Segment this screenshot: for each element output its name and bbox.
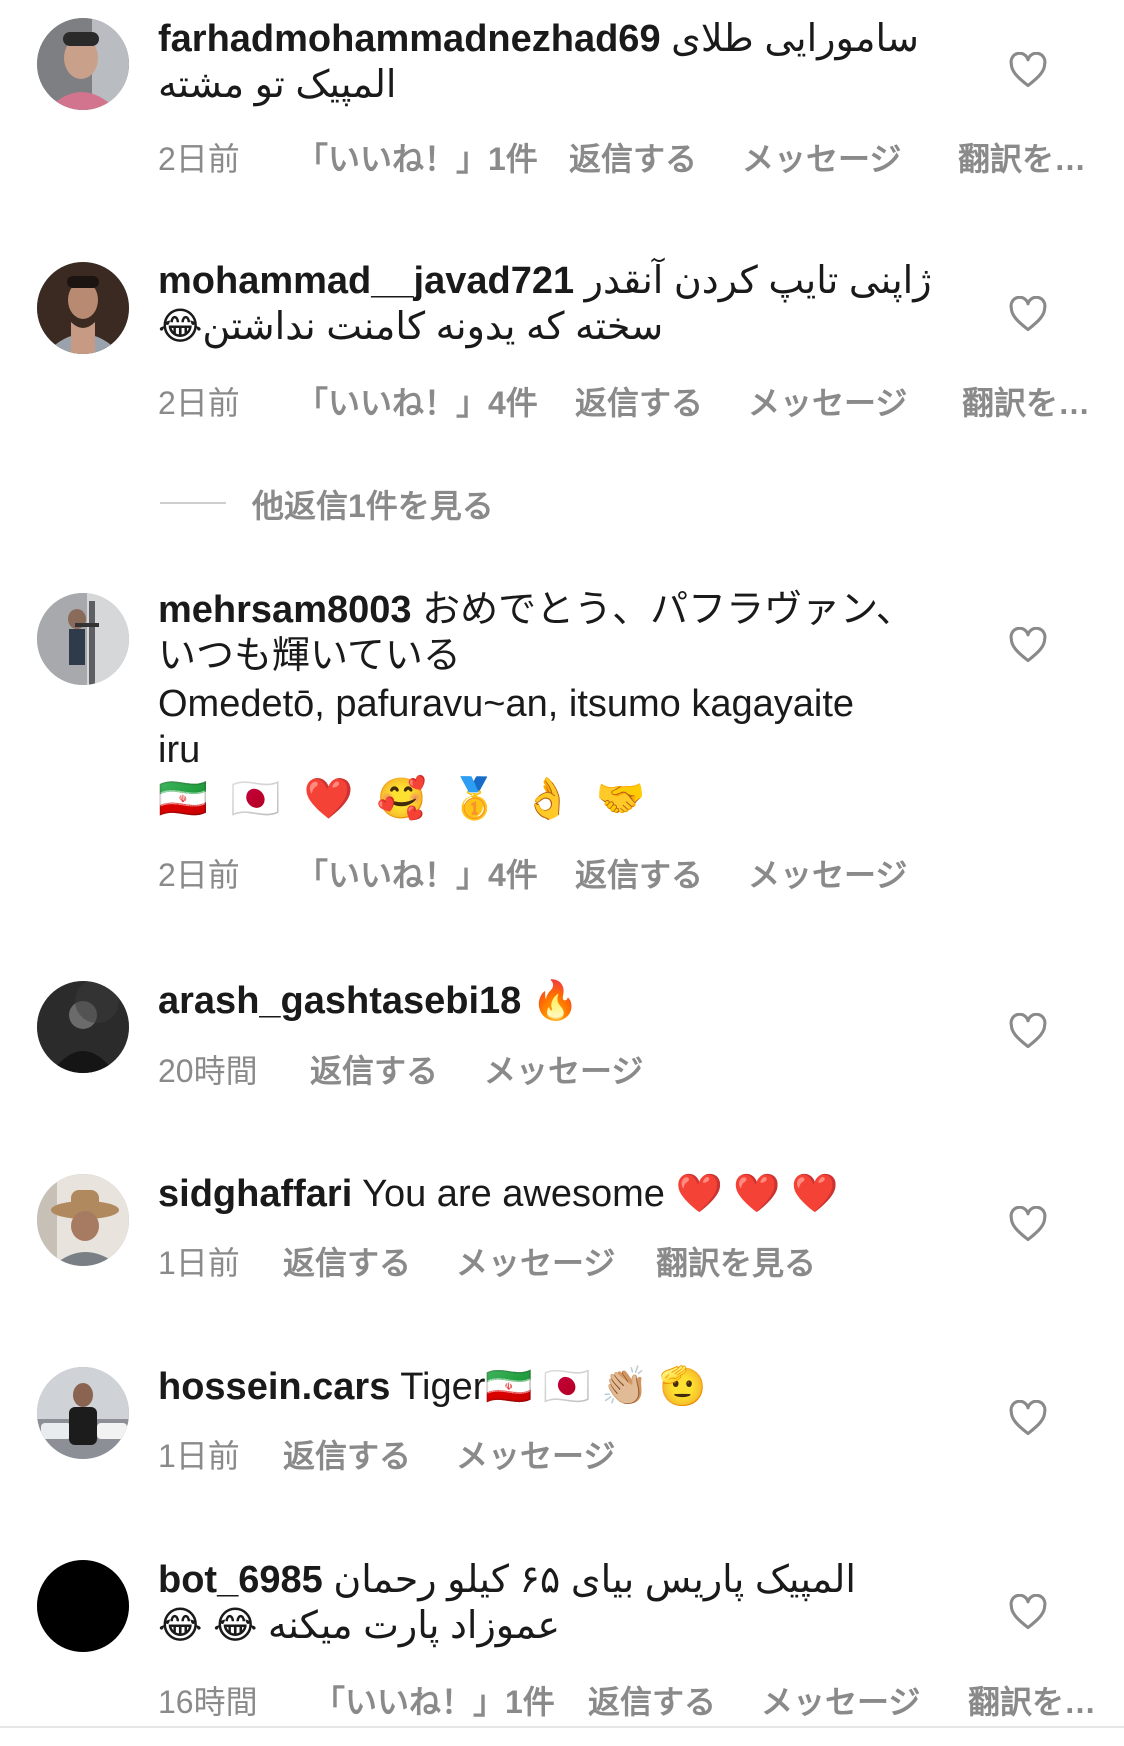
bottom-divider bbox=[0, 1726, 1124, 1728]
avatar[interactable] bbox=[37, 593, 129, 685]
comment-text: sidghaffari You are awesome ❤️ ❤️ ❤️ bbox=[158, 1171, 938, 1217]
timestamp: 1日前 bbox=[158, 1245, 240, 1281]
message-button[interactable]: メッセージ bbox=[742, 134, 901, 180]
heart-outline-icon[interactable] bbox=[1008, 627, 1048, 663]
view-more-replies-label[interactable]: 他返信1件を見る bbox=[252, 481, 494, 527]
comment-text: arash_gashtasebi18 🔥 bbox=[158, 978, 938, 1024]
heart-outline-icon[interactable] bbox=[1008, 52, 1048, 88]
comment-body: 🔥 bbox=[531, 980, 580, 1022]
username[interactable]: sidghaffari bbox=[158, 1173, 352, 1215]
reply-button[interactable]: 返信する bbox=[575, 378, 703, 424]
comment-body: おめでとう、パフラヴァン、 bbox=[422, 589, 914, 631]
heart-outline-icon[interactable] bbox=[1008, 1400, 1048, 1436]
timestamp: 20時間 bbox=[158, 1053, 258, 1089]
avatar[interactable] bbox=[37, 981, 129, 1073]
comment-body-line2: عموزاد پارت میکنه 😂 😂 bbox=[158, 1605, 561, 1647]
timestamp: 16時間 bbox=[158, 1684, 258, 1720]
username[interactable]: farhadmohammadnezhad69 bbox=[158, 18, 661, 60]
message-button[interactable]: メッセージ bbox=[484, 1046, 643, 1092]
username[interactable]: hossein.cars bbox=[158, 1366, 390, 1408]
translate-button[interactable]: 翻訳を… bbox=[962, 378, 1090, 424]
comment-body: المپیک پاریس بیای ۶۵ کیلو رحمان bbox=[333, 1559, 856, 1601]
timestamp: 2日前 bbox=[158, 857, 240, 893]
emoji-row: 🇮🇷 🇯🇵 ❤️ 🥰 🥇 👌 🤝 bbox=[158, 777, 652, 821]
reply-button[interactable]: 返信する bbox=[283, 1238, 411, 1284]
avatar[interactable] bbox=[37, 1174, 129, 1266]
message-button[interactable]: メッセージ bbox=[761, 1677, 920, 1723]
reply-button[interactable]: 返信する bbox=[310, 1046, 438, 1092]
comment-body-line2: いつも輝いている bbox=[158, 635, 461, 677]
likes-count[interactable]: 「いいね！」4件 bbox=[296, 378, 538, 424]
comment-body: Tiger🇮🇷 🇯🇵 👏🏼 🫡 bbox=[400, 1366, 707, 1408]
message-button[interactable]: メッセージ bbox=[456, 1238, 615, 1284]
avatar[interactable] bbox=[37, 18, 129, 110]
comment-body-line2: المپیک تو مشته bbox=[158, 64, 397, 106]
likes-count[interactable]: 「いいね！」1件 bbox=[296, 134, 538, 180]
avatar[interactable] bbox=[37, 1367, 129, 1459]
comment-body-line2: سخته که یدونه کامنت نداشتن😂 bbox=[158, 306, 664, 348]
reply-button[interactable]: 返信する bbox=[283, 1431, 411, 1477]
translate-button[interactable]: 翻訳を… bbox=[958, 134, 1086, 180]
comment-body: ژاپنی تایپ کردن آنقدر bbox=[584, 260, 932, 302]
reply-button[interactable]: 返信する bbox=[569, 134, 697, 180]
comment-text: farhadmohammadnezhad69 سامورایی طلای bbox=[158, 16, 938, 62]
comment-body: سامورایی طلای bbox=[671, 18, 919, 60]
username[interactable]: mehrsam8003 bbox=[158, 589, 412, 631]
heart-outline-icon[interactable] bbox=[1008, 296, 1048, 332]
heart-outline-icon[interactable] bbox=[1008, 1594, 1048, 1630]
message-button[interactable]: メッセージ bbox=[748, 378, 907, 424]
username[interactable]: mohammad__javad721 bbox=[158, 260, 574, 302]
comment-body-line3: Omedetō, pafuravu~an, itsumo kagayaite bbox=[158, 683, 855, 725]
translate-button[interactable]: 翻訳を見る bbox=[656, 1238, 816, 1284]
likes-count[interactable]: 「いいね！」4件 bbox=[296, 850, 538, 896]
comment-text: hossein.cars Tiger🇮🇷 🇯🇵 👏🏼 🫡 bbox=[158, 1364, 938, 1410]
divider-line bbox=[160, 502, 226, 504]
comment-body-line4: iru bbox=[158, 729, 201, 771]
timestamp: 1日前 bbox=[158, 1438, 240, 1474]
avatar[interactable] bbox=[37, 1560, 129, 1652]
timestamp: 2日前 bbox=[158, 385, 240, 421]
message-button[interactable]: メッセージ bbox=[456, 1431, 615, 1477]
heart-outline-icon[interactable] bbox=[1008, 1013, 1048, 1049]
reply-button[interactable]: 返信する bbox=[588, 1677, 716, 1723]
username[interactable]: bot_6985 bbox=[158, 1559, 323, 1601]
username[interactable]: arash_gashtasebi18 bbox=[158, 980, 521, 1022]
avatar[interactable] bbox=[37, 262, 129, 354]
reply-button[interactable]: 返信する bbox=[575, 850, 703, 896]
timestamp: 2日前 bbox=[158, 141, 240, 177]
comment-text: bot_6985 المپیک پاریس بیای ۶۵ کیلو رحمان bbox=[158, 1557, 938, 1603]
comment-text: mohammad__javad721 ژاپنی تایپ کردن آنقدر bbox=[158, 258, 938, 304]
message-button[interactable]: メッセージ bbox=[748, 850, 907, 896]
translate-button[interactable]: 翻訳を… bbox=[968, 1677, 1096, 1723]
comment-body: You are awesome ❤️ ❤️ ❤️ bbox=[362, 1173, 839, 1215]
likes-count[interactable]: 「いいね！」1件 bbox=[313, 1677, 555, 1723]
comment-text: mehrsam8003 おめでとう、パフラヴァン、 bbox=[158, 587, 938, 633]
heart-outline-icon[interactable] bbox=[1008, 1206, 1048, 1242]
